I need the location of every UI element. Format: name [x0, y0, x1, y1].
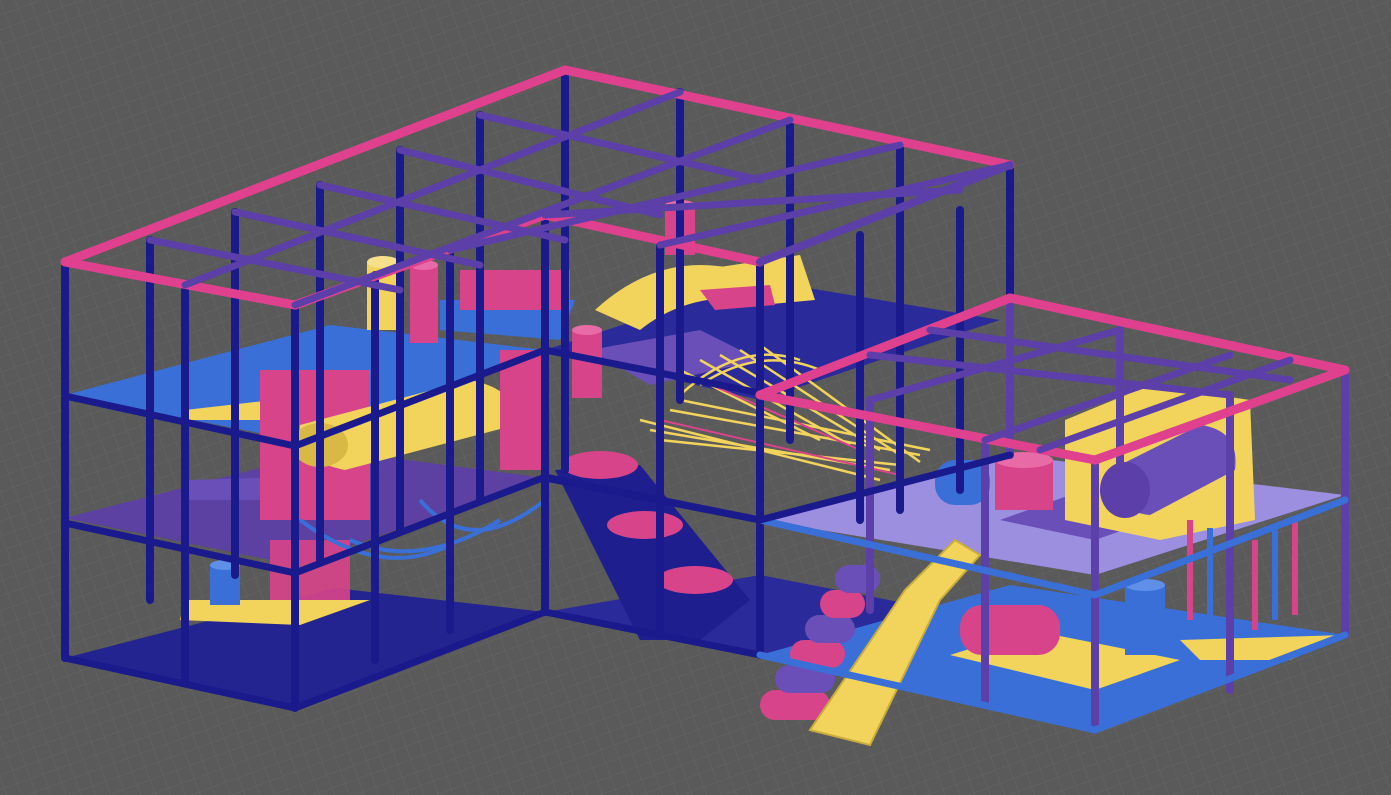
3d-viewport[interactable]: [0, 0, 1391, 795]
playground-render: [0, 0, 1391, 795]
